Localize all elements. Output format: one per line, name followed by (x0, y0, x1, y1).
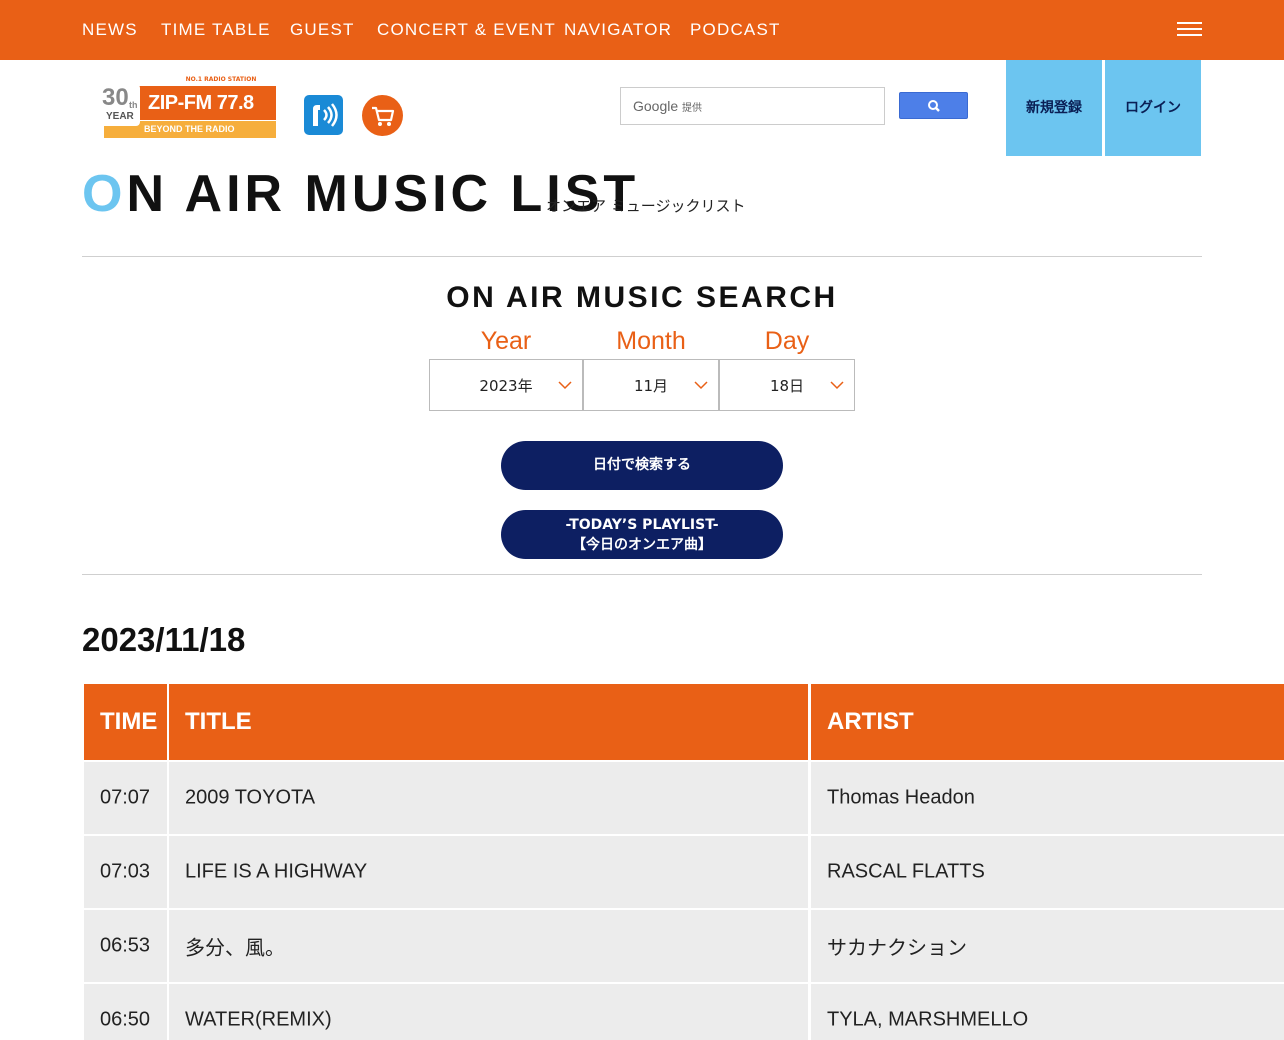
cell-title: WATER(REMIX) (169, 984, 808, 1040)
page-subtitle: オンエア ミュージックリスト (546, 197, 746, 215)
playlist-date: 2023/11/18 (82, 621, 246, 658)
year-label: Year (480, 327, 532, 355)
table-row: 07:07 2009 TOYOTA Thomas Headon (82, 762, 1284, 834)
cell-time: 06:53 (84, 910, 167, 982)
cell-title: LIFE IS A HIGHWAY (169, 836, 808, 908)
anniversary-word: YEAR (106, 111, 134, 122)
page-title-initial: O (82, 165, 127, 223)
table-row: 07:03 LIFE IS A HIGHWAY RASCAL FLATTS (82, 836, 1284, 908)
anniversary-badge: 30 th YEAR (100, 84, 140, 126)
register-button[interactable]: 新規登録 (1006, 60, 1102, 156)
chevron-down-icon (694, 381, 708, 390)
year-select[interactable]: 2023年 (429, 359, 583, 411)
cell-artist: Thomas Headon (811, 762, 1284, 834)
search-placeholder: Google 提供 (633, 98, 703, 114)
site-search-input[interactable]: Google 提供 (620, 87, 885, 125)
divider (82, 256, 1202, 257)
page-title: ON AIR MUSIC LIST (82, 162, 639, 226)
cell-artist: サカナクション (811, 910, 1284, 982)
table-row: 06:50 WATER(REMIX) TYLA, MARSHMELLO (82, 984, 1284, 1040)
nav-navigator[interactable]: NAVIGATOR (564, 20, 672, 40)
cell-title: 多分、風。 (169, 910, 808, 982)
music-search-heading: ON AIR MUSIC SEARCH (446, 281, 838, 314)
menu-icon[interactable] (1177, 22, 1202, 37)
cell-time: 07:07 (84, 762, 167, 834)
search-by-date-button[interactable]: 日付で検索する (501, 441, 783, 490)
month-select[interactable]: 11月 (583, 359, 719, 411)
logo-tagline: NO.1 RADIO STATION (185, 76, 257, 83)
top-nav: NEWS TIME TABLE GUEST CONCERT & EVENT NA… (0, 0, 1284, 60)
cart-icon[interactable] (362, 95, 403, 136)
day-select[interactable]: 18日 (719, 359, 855, 411)
column-header-title: TITLE (169, 684, 808, 760)
column-header-time: TIME (84, 684, 167, 760)
search-button[interactable] (899, 92, 968, 119)
cell-time: 07:03 (84, 836, 167, 908)
chevron-down-icon (558, 381, 572, 390)
day-label: Day (764, 327, 810, 355)
nav-time-table[interactable]: TIME TABLE (161, 20, 271, 40)
radiko-icon[interactable] (304, 95, 343, 135)
chevron-down-icon (830, 381, 844, 390)
search-icon (928, 100, 940, 112)
anniversary-number: 30 (102, 84, 129, 111)
anniversary-suffix: th (129, 100, 138, 110)
column-header-artist: ARTIST (811, 684, 1284, 760)
table-header-row: TIME TITLE ARTIST (82, 684, 1284, 760)
cell-time: 06:50 (84, 984, 167, 1040)
cell-title: 2009 TOYOTA (169, 762, 808, 834)
todays-playlist-button[interactable]: -TODAY’S PLAYLIST- 【今日のオンエア曲】 (501, 510, 783, 559)
cell-artist: RASCAL FLATTS (811, 836, 1284, 908)
nav-news[interactable]: NEWS (82, 20, 138, 40)
nav-concert-event[interactable]: CONCERT & EVENT (377, 20, 556, 40)
nav-guest[interactable]: GUEST (290, 20, 355, 40)
login-button[interactable]: ログイン (1105, 60, 1201, 156)
cell-artist: TYLA, MARSHMELLO (811, 984, 1284, 1040)
todays-playlist-line2: 【今日のオンエア曲】 (572, 537, 712, 553)
month-label: Month (616, 327, 686, 355)
station-logo[interactable]: NO.1 RADIO STATION ZIP-FM 77.8 BEYOND TH… (100, 76, 276, 140)
divider (82, 574, 1202, 575)
todays-playlist-line1: -TODAY’S PLAYLIST- (565, 517, 719, 533)
table-row: 06:53 多分、風。 サカナクション (82, 910, 1284, 982)
nav-podcast[interactable]: PODCAST (690, 20, 781, 40)
